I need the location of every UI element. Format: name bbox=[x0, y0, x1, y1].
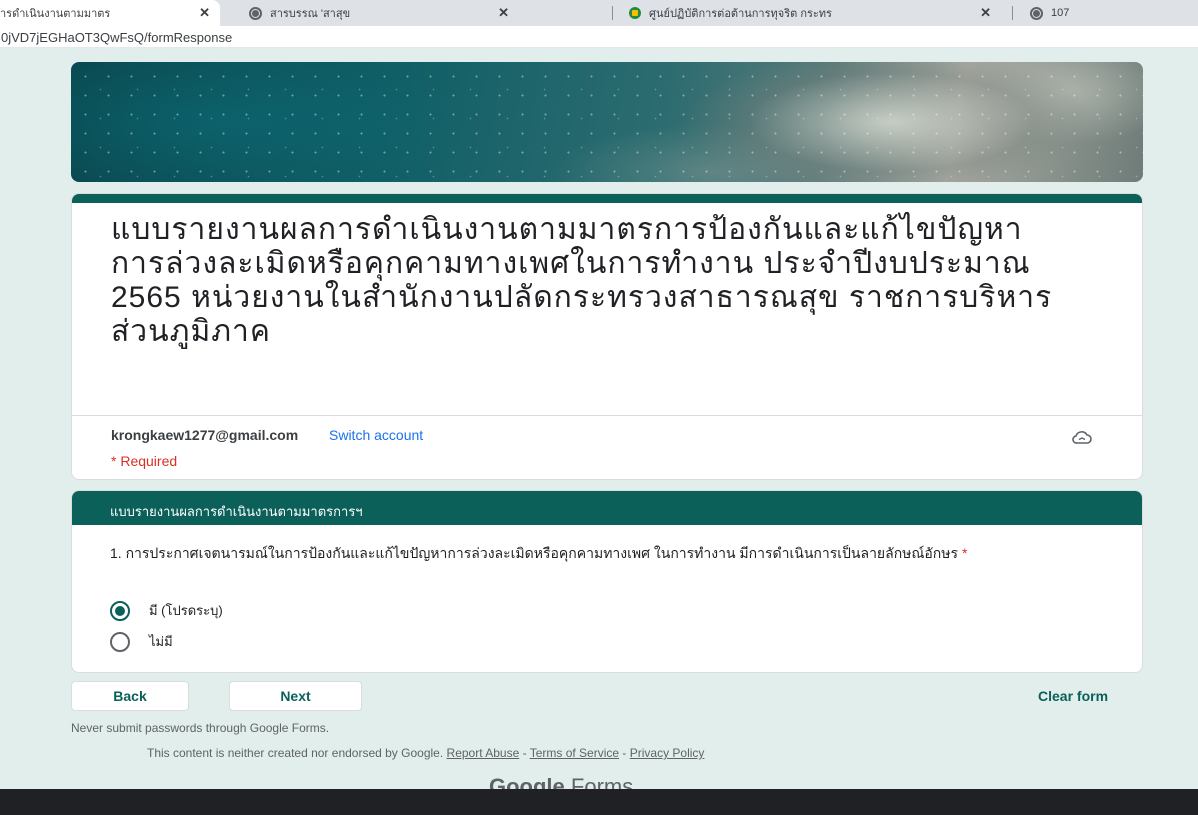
radio-option-no[interactable]: ไม่มี bbox=[110, 631, 173, 652]
radio-checked-icon[interactable] bbox=[110, 600, 130, 621]
tab-form[interactable]: ารดำเนินงานตามมาตร ✕ bbox=[0, 0, 220, 26]
shield-icon bbox=[629, 7, 641, 19]
tab-label: ารดำเนินงานตามมาตร bbox=[0, 8, 111, 20]
taskbar-strip bbox=[0, 789, 1198, 815]
radio-label: มี (โปรดระบุ) bbox=[149, 603, 223, 618]
required-note: * Required bbox=[111, 453, 178, 469]
banner-stars bbox=[71, 62, 1143, 182]
next-button[interactable]: Next bbox=[229, 681, 362, 711]
tab-separator bbox=[612, 6, 613, 20]
radio-unchecked-icon[interactable] bbox=[110, 631, 130, 652]
tab-close-icon[interactable]: ✕ bbox=[199, 5, 210, 21]
terms-link[interactable]: Terms of Service bbox=[530, 746, 619, 760]
tab-close-icon[interactable]: ✕ bbox=[498, 5, 509, 21]
back-button[interactable]: Back bbox=[71, 681, 189, 711]
tab-close-icon[interactable]: ✕ bbox=[980, 5, 991, 21]
browser-tab-strip: ารดำเนินงานตามมาตร ✕ สารบรรณ 'สาสุข ✕ ศู… bbox=[0, 0, 1198, 26]
footer-disclaimer: This content is neither created nor endo… bbox=[147, 746, 704, 760]
report-abuse-link[interactable]: Report Abuse bbox=[447, 746, 520, 760]
tab-label: 107 bbox=[1051, 7, 1070, 19]
footer-separator: - bbox=[519, 746, 530, 760]
tab-anti-corruption[interactable]: ศูนย์ปฏิบัติการต่อต้านการทุจริต กระทร ✕ bbox=[629, 0, 1001, 26]
required-asterisk: * bbox=[961, 545, 968, 561]
title-card-accent bbox=[72, 194, 1142, 203]
form-title-card: แบบรายงานผลการดำเนินงานตามมาตรการป้องกัน… bbox=[71, 193, 1143, 480]
cloud-saved-icon bbox=[1072, 431, 1092, 444]
globe-icon bbox=[249, 6, 262, 20]
question-text: 1. การประกาศเจตนารมณ์ในการป้องกันและแก้ไ… bbox=[110, 545, 959, 561]
privacy-link[interactable]: Privacy Policy bbox=[630, 746, 705, 760]
question-title: 1. การประกาศเจตนารมณ์ในการป้องกันและแก้ไ… bbox=[110, 545, 1120, 561]
tab-label: สารบรรณ 'สาสุข bbox=[270, 8, 351, 20]
radio-label: ไม่มี bbox=[149, 634, 173, 649]
footer-separator: - bbox=[619, 746, 630, 760]
globe-icon bbox=[1030, 6, 1043, 20]
header-banner-image bbox=[71, 62, 1143, 182]
disclaimer-text: This content is neither created nor endo… bbox=[147, 746, 444, 760]
form-title: แบบรายงานผลการดำเนินงานตามมาตรการป้องกัน… bbox=[111, 213, 1053, 348]
section-header: แบบรายงานผลการดำเนินงานตามมาตรการฯ bbox=[72, 491, 1142, 525]
tab-107[interactable]: 107 bbox=[1030, 0, 1150, 26]
tab-saraban[interactable]: สารบรรณ 'สาสุข ✕ bbox=[249, 0, 519, 26]
radio-option-yes[interactable]: มี (โปรดระบุ) bbox=[110, 600, 223, 621]
tab-label: ศูนย์ปฏิบัติการต่อต้านการทุจริต กระทร bbox=[649, 8, 832, 20]
tab-separator bbox=[1012, 6, 1013, 20]
switch-account-link[interactable]: Switch account bbox=[329, 427, 423, 443]
address-bar[interactable]: 0jVD7jEGHaOT3QwFsQ/formResponse bbox=[0, 26, 1198, 48]
section-card: แบบรายงานผลการดำเนินงานตามมาตรการฯ 1. กา… bbox=[71, 490, 1143, 673]
clear-form-button[interactable]: Clear form bbox=[1038, 688, 1108, 704]
account-email: krongkaew1277@gmail.com bbox=[111, 427, 299, 443]
password-warning: Never submit passwords through Google Fo… bbox=[71, 721, 330, 735]
title-divider bbox=[72, 415, 1142, 416]
